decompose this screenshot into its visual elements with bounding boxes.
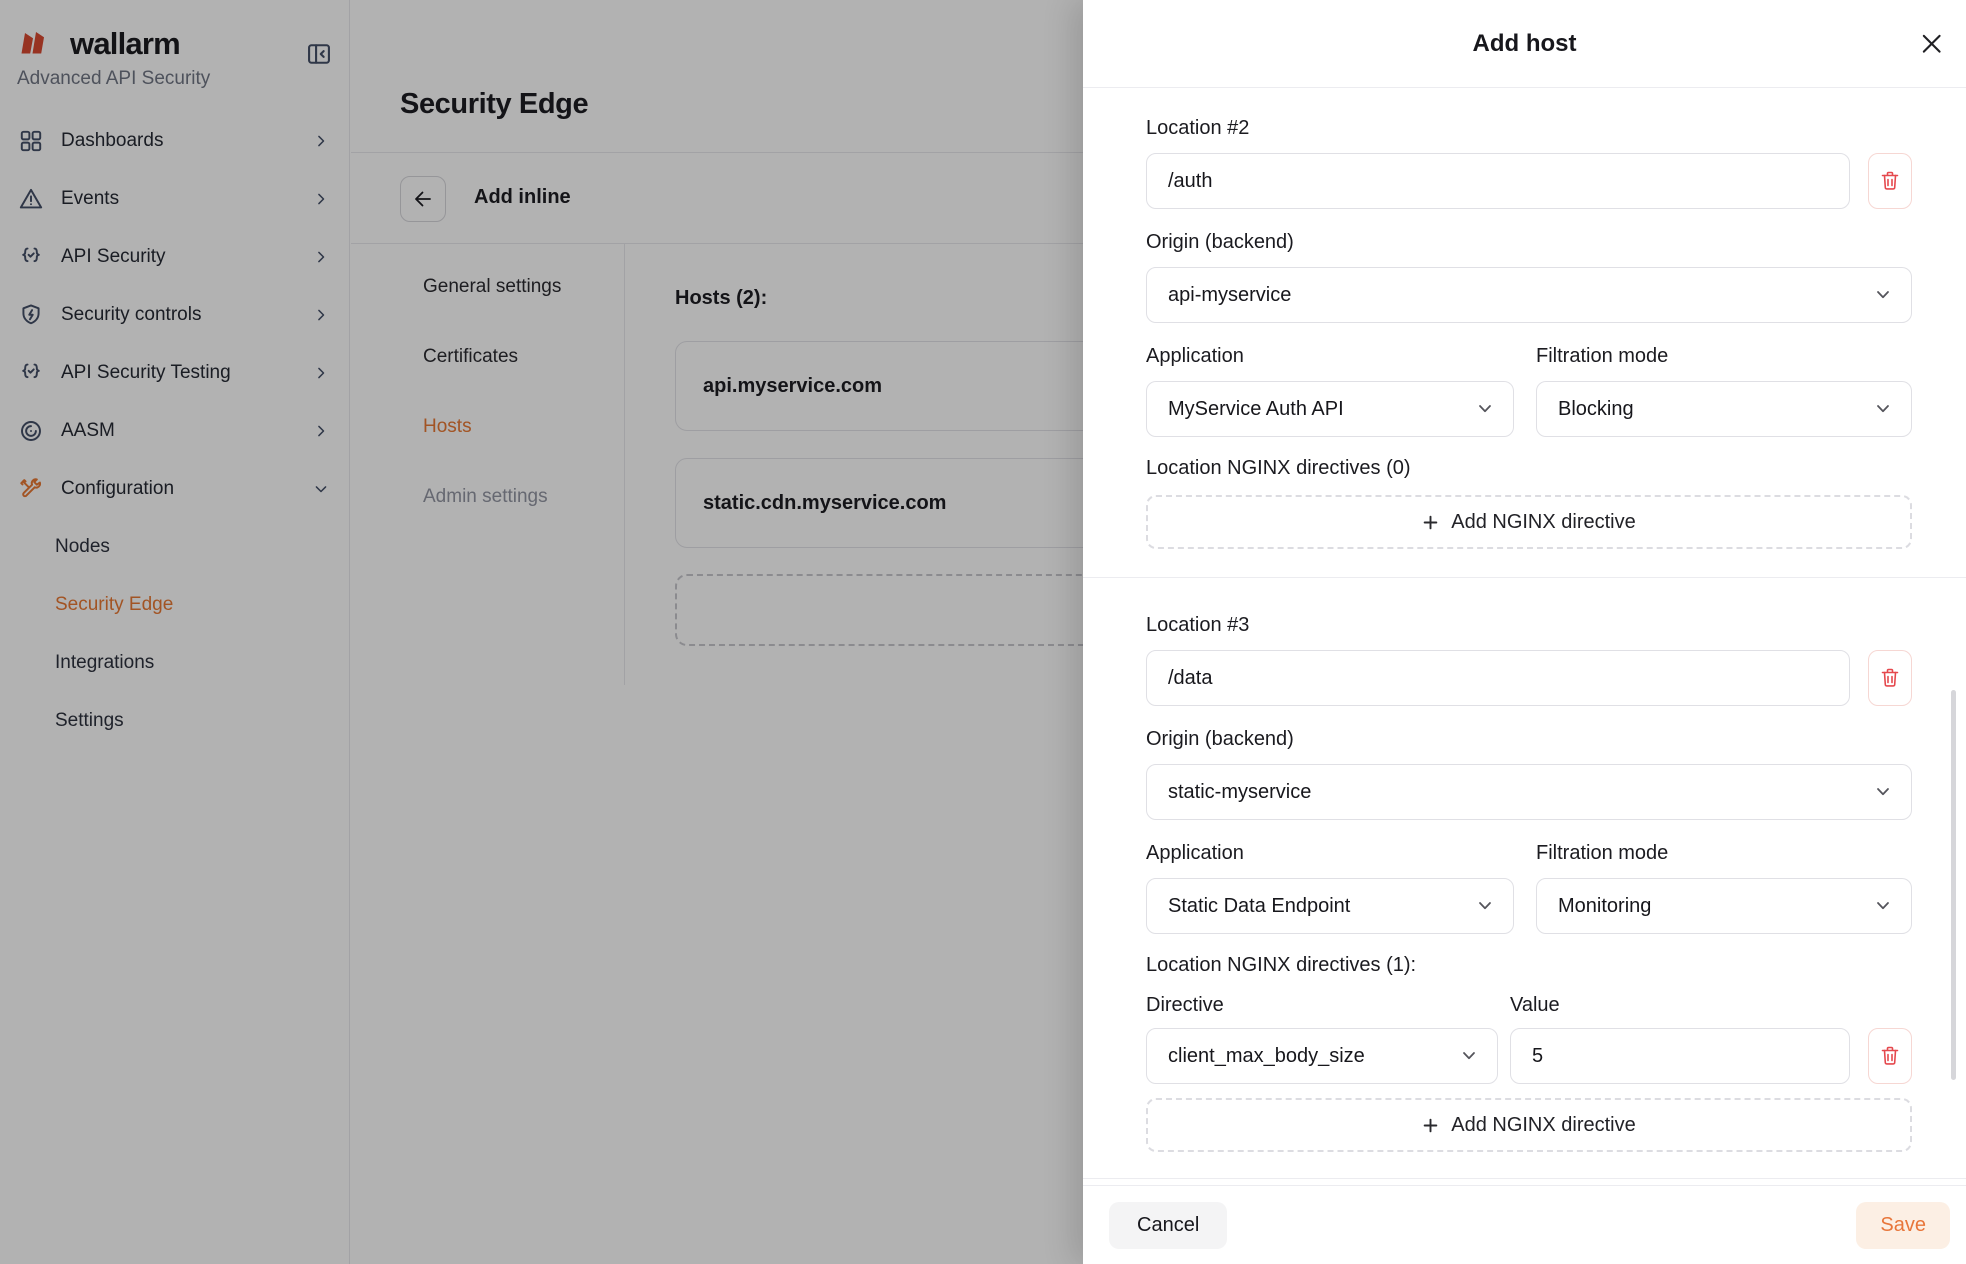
plus-icon [1422,1117,1439,1134]
location-3-label: Location #3 [1146,612,1912,638]
chevron-down-icon [1876,901,1890,911]
filtration-mode-select[interactable]: Monitoring [1536,878,1912,934]
drawer-header: Add host [1083,0,1966,88]
chevron-down-icon [1876,290,1890,300]
plus-icon [1422,514,1439,531]
section-divider [1083,577,1966,578]
origin-select-value: static-myservice [1168,781,1311,804]
filtration-mode-label: Filtration mode [1536,343,1912,369]
application-label: Application [1146,343,1514,369]
delete-location-3-button[interactable] [1868,650,1912,706]
trash-icon [1878,1044,1902,1068]
chevron-down-icon [1478,901,1492,911]
drawer-body: Location #2 Origin (backend) api-myservi… [1083,89,1966,1185]
origin-label: Origin (backend) [1146,229,1912,255]
application-select[interactable]: MyService Auth API [1146,381,1514,437]
section-divider [1083,1178,1966,1179]
filtration-mode-label: Filtration mode [1536,840,1912,866]
origin-select-value: api-myservice [1168,284,1291,307]
location-3-path-input[interactable] [1146,650,1850,706]
directive-select-value: client_max_body_size [1168,1045,1365,1068]
chevron-down-icon [1876,404,1890,414]
trash-icon [1878,169,1902,193]
delete-directive-button[interactable] [1868,1028,1912,1084]
application-label: Application [1146,840,1514,866]
directive-select[interactable]: client_max_body_size [1146,1028,1498,1084]
location-2-path-input[interactable] [1146,153,1850,209]
directive-column-label: Directive [1146,992,1498,1018]
chevron-down-icon [1462,1051,1476,1061]
chevron-down-icon [1876,787,1890,797]
application-select[interactable]: Static Data Endpoint [1146,878,1514,934]
filtration-mode-select-value: Blocking [1558,398,1634,421]
directive-value-input[interactable] [1510,1028,1850,1084]
add-nginx-directive-button[interactable]: Add NGINX directive [1146,495,1912,549]
application-select-value: MyService Auth API [1168,398,1344,421]
origin-select[interactable]: api-myservice [1146,267,1912,323]
trash-icon [1878,666,1902,690]
value-column-label: Value [1510,992,1850,1018]
add-host-drawer: Add host Location #2 Origin (backend) ap… [1083,0,1966,1264]
nginx-directives-label: Location NGINX directives (0) [1146,455,1912,481]
drawer-scrollbar-thumb[interactable] [1951,690,1956,1080]
drawer-title: Add host [1473,30,1577,58]
delete-location-2-button[interactable] [1868,153,1912,209]
application-select-value: Static Data Endpoint [1168,895,1350,918]
add-nginx-directive-label: Add NGINX directive [1451,1114,1636,1137]
location-2-label: Location #2 [1146,115,1912,141]
nginx-directives-label: Location NGINX directives (1): [1146,952,1912,978]
filtration-mode-select-value: Monitoring [1558,895,1651,918]
origin-label: Origin (backend) [1146,726,1912,752]
origin-select[interactable]: static-myservice [1146,764,1912,820]
close-icon[interactable] [1918,30,1946,58]
save-button[interactable]: Save [1856,1202,1950,1249]
cancel-button[interactable]: Cancel [1109,1202,1227,1249]
chevron-down-icon [1478,404,1492,414]
add-nginx-directive-label: Add NGINX directive [1451,511,1636,534]
drawer-footer: Cancel Save [1083,1185,1966,1264]
filtration-mode-select[interactable]: Blocking [1536,381,1912,437]
add-nginx-directive-button[interactable]: Add NGINX directive [1146,1098,1912,1152]
